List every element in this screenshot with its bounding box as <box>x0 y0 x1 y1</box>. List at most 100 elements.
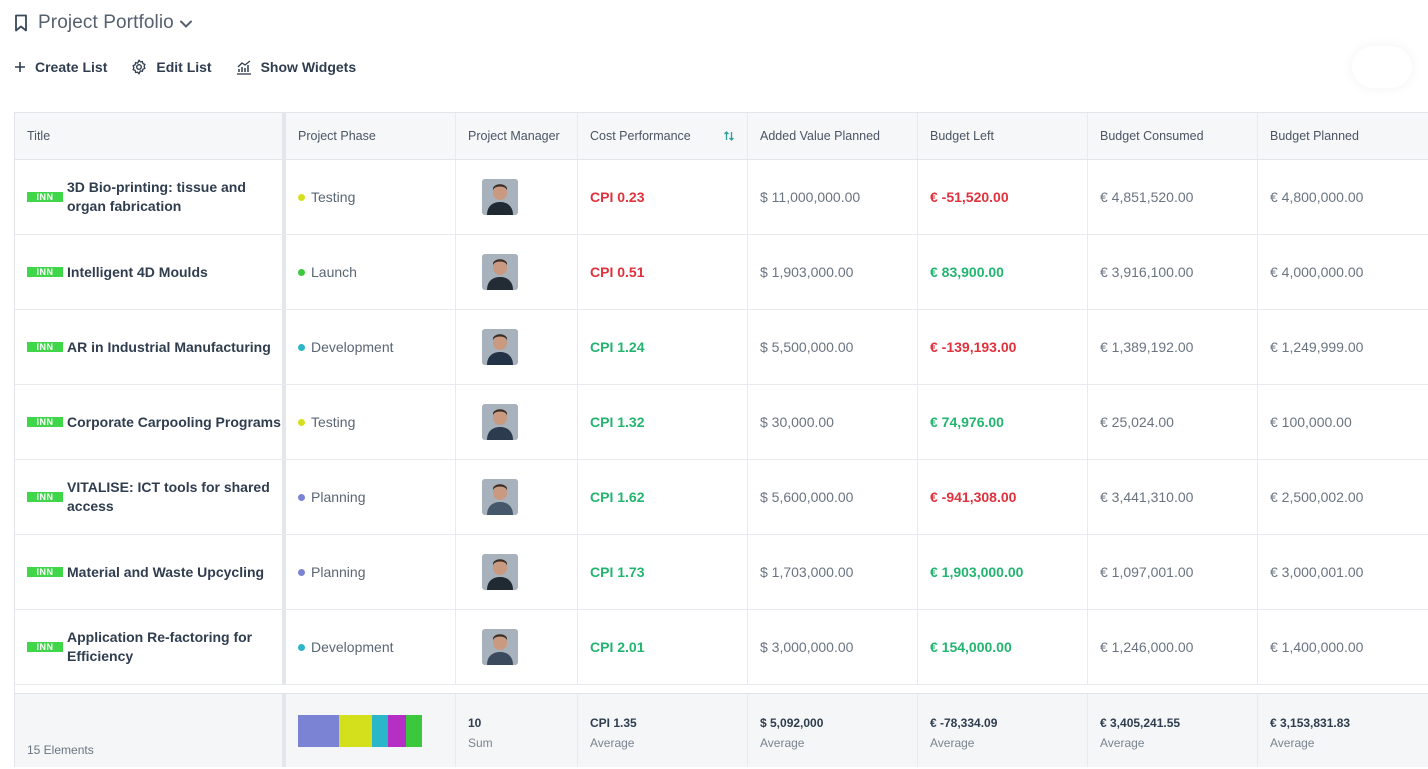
budget-consumed-cell[interactable]: € 3,441,310.00 <box>1088 460 1258 534</box>
added-value-cell[interactable]: $ 5,600,000.00 <box>748 460 918 534</box>
col-budget-consumed[interactable]: Budget Consumed <box>1088 113 1258 159</box>
avatar[interactable] <box>482 479 518 515</box>
added-value-cell[interactable]: $ 3,000,000.00 <box>748 610 918 684</box>
table-row[interactable]: INN VITALISE: ICT tools for shared access… <box>15 460 1428 535</box>
project-title[interactable]: Application Re-factoring for Efficiency <box>67 628 282 666</box>
project-title[interactable]: Material and Waste Upcycling <box>67 563 264 582</box>
budget-planned-cell[interactable]: € 1,249,999.00 <box>1258 310 1428 384</box>
cpi-cell[interactable]: CPI 1.62 <box>578 460 748 534</box>
budget-planned-cell[interactable]: € 3,000,001.00 <box>1258 535 1428 609</box>
added-value-cell[interactable]: $ 30,000.00 <box>748 385 918 459</box>
title-cell[interactable]: INN 3D Bio-printing: tissue and organ fab… <box>15 160 286 234</box>
phase-cell[interactable]: Development <box>286 310 456 384</box>
budget-left-cell[interactable]: € -941,308.00 <box>918 460 1088 534</box>
project-title[interactable]: 3D Bio-printing: tissue and organ fabric… <box>67 178 282 216</box>
budget-consumed-cell[interactable]: € 25,024.00 <box>1088 385 1258 459</box>
table-row[interactable]: INN Corporate Carpooling Programs Testing C… <box>15 385 1428 460</box>
sort-icon[interactable] <box>723 130 735 142</box>
avatar[interactable] <box>482 629 518 665</box>
project-title[interactable]: Corporate Carpooling Programs <box>67 413 281 432</box>
title-cell[interactable]: INN Intelligent 4D Moulds <box>15 235 286 309</box>
cpi-cell[interactable]: CPI 1.73 <box>578 535 748 609</box>
phase-segment[interactable] <box>405 715 422 747</box>
added-value-cell[interactable]: $ 1,903,000.00 <box>748 235 918 309</box>
cpi-cell[interactable]: CPI 1.32 <box>578 385 748 459</box>
title-cell[interactable]: INN Application Re-factoring for Efficien… <box>15 610 286 684</box>
manager-cell[interactable] <box>456 235 578 309</box>
col-manager[interactable]: Project Manager <box>456 113 578 159</box>
budget-consumed-cell[interactable]: € 4,851,520.00 <box>1088 160 1258 234</box>
title-cell[interactable]: INN VITALISE: ICT tools for shared access <box>15 460 286 534</box>
manager-cell[interactable] <box>456 385 578 459</box>
avatar[interactable] <box>482 329 518 365</box>
phase-cell[interactable]: Testing <box>286 160 456 234</box>
table-row[interactable]: INN AR in Industrial Manufacturing Develop… <box>15 310 1428 385</box>
avatar[interactable] <box>482 554 518 590</box>
budget-consumed-cell[interactable]: € 1,097,001.00 <box>1088 535 1258 609</box>
phase-cell[interactable]: Testing <box>286 385 456 459</box>
title-cell[interactable]: INN Material and Waste Upcycling <box>15 535 286 609</box>
phase-label: Launch <box>311 264 357 280</box>
budget-left-cell[interactable]: € -139,193.00 <box>918 310 1088 384</box>
budget-left-cell[interactable]: € 154,000.00 <box>918 610 1088 684</box>
col-added-value[interactable]: Added Value Planned <box>748 113 918 159</box>
table-row[interactable]: INN Application Re-factoring for Efficien… <box>15 610 1428 685</box>
table-row[interactable]: INN Material and Waste Upcycling Planning C… <box>15 535 1428 610</box>
col-phase[interactable]: Project Phase <box>286 113 456 159</box>
phase-cell[interactable]: Planning <box>286 535 456 609</box>
project-title[interactable]: VITALISE: ICT tools for shared access <box>67 478 282 516</box>
phase-cell[interactable]: Development <box>286 610 456 684</box>
cpi-cell[interactable]: CPI 0.51 <box>578 235 748 309</box>
budget-planned-cell[interactable]: € 100,000.00 <box>1258 385 1428 459</box>
budget-planned-cell[interactable]: € 4,800,000.00 <box>1258 160 1428 234</box>
col-title[interactable]: Title <box>15 113 286 159</box>
phase-cell[interactable]: Launch <box>286 235 456 309</box>
avatar[interactable] <box>482 179 518 215</box>
phase-cell[interactable]: Planning <box>286 460 456 534</box>
col-budget-left[interactable]: Budget Left <box>918 113 1088 159</box>
col-budget-planned[interactable]: Budget Planned <box>1258 113 1428 159</box>
project-title[interactable]: Intelligent 4D Moulds <box>67 263 208 282</box>
cpi-cell[interactable]: CPI 0.23 <box>578 160 748 234</box>
title-cell[interactable]: INN AR in Industrial Manufacturing <box>15 310 286 384</box>
phase-distribution-bar[interactable] <box>298 715 422 747</box>
budget-planned-cell[interactable]: € 2,500,002.00 <box>1258 460 1428 534</box>
cpi-cell[interactable]: CPI 2.01 <box>578 610 748 684</box>
manager-cell[interactable] <box>456 160 578 234</box>
phase-segment[interactable] <box>388 715 406 747</box>
show-widgets-button[interactable]: Show Widgets <box>236 59 356 75</box>
added-value-cell[interactable]: $ 11,000,000.00 <box>748 160 918 234</box>
page-title[interactable]: Project Portfolio <box>38 12 174 34</box>
added-value-cell[interactable]: $ 5,500,000.00 <box>748 310 918 384</box>
cpi-cell[interactable]: CPI 1.24 <box>578 310 748 384</box>
table-row[interactable]: INN Intelligent 4D Moulds Launch CPI 0.51 $ … <box>15 235 1428 310</box>
budget-consumed-cell[interactable]: € 1,246,000.00 <box>1088 610 1258 684</box>
budget-consumed-cell[interactable]: € 1,389,192.00 <box>1088 310 1258 384</box>
manager-cell[interactable] <box>456 310 578 384</box>
edit-list-button[interactable]: Edit List <box>131 59 212 75</box>
budget-consumed-cell[interactable]: € 3,916,100.00 <box>1088 235 1258 309</box>
budget-left-cell[interactable]: € -51,520.00 <box>918 160 1088 234</box>
phase-segment[interactable] <box>372 715 389 747</box>
create-list-button[interactable]: Create List <box>14 59 107 75</box>
view-toggle[interactable] <box>1352 46 1412 88</box>
phase-segment[interactable] <box>298 715 339 747</box>
project-title[interactable]: AR in Industrial Manufacturing <box>67 338 271 357</box>
added-value-cell[interactable]: $ 1,703,000.00 <box>748 535 918 609</box>
col-cost-performance[interactable]: Cost Performance <box>578 113 748 159</box>
budget-planned-cell[interactable]: € 1,400,000.00 <box>1258 610 1428 684</box>
table-row[interactable]: INN 3D Bio-printing: tissue and organ fab… <box>15 160 1428 235</box>
title-cell[interactable]: INN Corporate Carpooling Programs <box>15 385 286 459</box>
phase-segment[interactable] <box>338 715 373 747</box>
avatar[interactable] <box>482 404 518 440</box>
budget-left-cell[interactable]: € 83,900.00 <box>918 235 1088 309</box>
manager-cell[interactable] <box>456 610 578 684</box>
bookmark-icon[interactable] <box>14 14 28 32</box>
avatar[interactable] <box>482 254 518 290</box>
budget-left-cell[interactable]: € 1,903,000.00 <box>918 535 1088 609</box>
manager-cell[interactable] <box>456 535 578 609</box>
manager-cell[interactable] <box>456 460 578 534</box>
budget-left-cell[interactable]: € 74,976.00 <box>918 385 1088 459</box>
chevron-down-icon[interactable] <box>179 17 193 31</box>
budget-planned-cell[interactable]: € 4,000,000.00 <box>1258 235 1428 309</box>
